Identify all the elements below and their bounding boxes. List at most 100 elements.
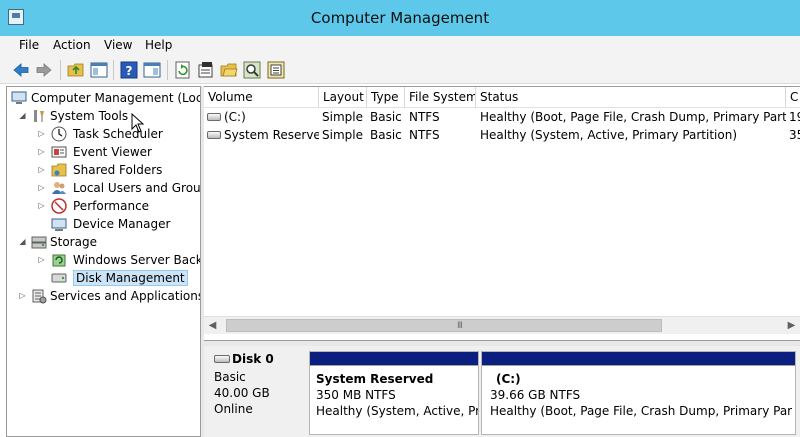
type-cell: Basic bbox=[370, 110, 402, 124]
title-bar: Computer Management bbox=[0, 0, 800, 36]
clock-icon bbox=[51, 126, 67, 142]
tree-item-storage[interactable]: ◢ Storage bbox=[7, 233, 200, 251]
disk-info[interactable]: Disk 0 Basic 40.00 GB Online bbox=[208, 350, 306, 437]
disk-graphical-view: Disk 0 Basic 40.00 GB Online System Rese… bbox=[204, 346, 800, 437]
tree-label: Disk Management bbox=[73, 270, 188, 286]
up-folder-icon[interactable] bbox=[67, 61, 85, 79]
column-header-layout[interactable]: Layout bbox=[319, 87, 367, 107]
expand-arrow-icon[interactable]: ▷ bbox=[37, 147, 46, 156]
partition-size: 39.66 GB NTFS bbox=[490, 388, 581, 402]
refresh-icon[interactable] bbox=[174, 61, 192, 79]
system-tools-icon bbox=[34, 110, 44, 122]
partition-status: Healthy (System, Active, Prim bbox=[316, 404, 478, 418]
type-cell: Basic bbox=[370, 128, 402, 142]
expand-arrow-icon[interactable]: ▷ bbox=[37, 201, 46, 210]
layout-cell: Simple bbox=[322, 128, 363, 142]
capacity-cell: 19 bbox=[789, 110, 800, 124]
menu-view[interactable]: View bbox=[104, 36, 132, 56]
partition-system-reserved[interactable]: System Reserved 350 MB NTFS Healthy (Sys… bbox=[309, 351, 479, 435]
disk-name: Disk 0 bbox=[232, 352, 274, 366]
tree-item-shared-folders[interactable]: ▷ Shared Folders bbox=[7, 161, 200, 179]
expand-arrow-icon[interactable]: ▷ bbox=[18, 291, 27, 300]
tree-label: Local Users and Groups bbox=[73, 181, 200, 195]
column-header-status[interactable]: Status bbox=[476, 87, 786, 107]
tree-label: Task Scheduler bbox=[73, 127, 163, 141]
expand-arrow-icon[interactable]: ▷ bbox=[37, 129, 46, 138]
column-header-volume[interactable]: Volume bbox=[204, 87, 319, 107]
tree-label: Device Manager bbox=[73, 217, 171, 231]
volume-list: Volume Layout Type File System Status C … bbox=[204, 86, 800, 338]
capacity-cell: 35 bbox=[789, 128, 800, 142]
search-icon[interactable] bbox=[243, 61, 261, 79]
drive-icon bbox=[207, 131, 221, 139]
collapse-arrow-icon[interactable]: ◢ bbox=[18, 111, 27, 120]
backup-icon bbox=[52, 254, 66, 267]
toolbar: ? bbox=[0, 56, 800, 84]
scroll-left-arrow-icon[interactable]: ◀ bbox=[204, 317, 221, 334]
partition-c-drive[interactable]: (C:) 39.66 GB NTFS Healthy (Boot, Page F… bbox=[481, 351, 796, 435]
disk-size: 40.00 GB bbox=[214, 386, 270, 400]
toolbar-separator bbox=[60, 60, 61, 80]
open-folder-icon[interactable] bbox=[220, 61, 238, 79]
console-tree: Computer Management (Local ◢ System Tool… bbox=[6, 86, 200, 437]
file-system-cell: NTFS bbox=[409, 110, 440, 124]
tree-item-performance[interactable]: ▷ Performance bbox=[7, 197, 200, 215]
expand-arrow-icon[interactable]: ▷ bbox=[37, 255, 46, 264]
expand-arrow-icon[interactable]: ▷ bbox=[37, 183, 46, 192]
menu-file[interactable]: File bbox=[19, 36, 39, 56]
menu-action[interactable]: Action bbox=[53, 36, 91, 56]
tree-item-task-scheduler[interactable]: ▷ Task Scheduler bbox=[7, 125, 200, 143]
tree-label: System Tools bbox=[50, 109, 129, 123]
volume-cell: System Reserved bbox=[224, 128, 319, 142]
scrollbar-grip: III bbox=[457, 321, 463, 331]
column-header-file-system[interactable]: File System bbox=[405, 87, 476, 107]
storage-icon bbox=[31, 236, 47, 249]
volume-cell: (C:) bbox=[224, 110, 246, 124]
device-manager-icon bbox=[51, 218, 67, 231]
collapse-arrow-icon[interactable]: ◢ bbox=[18, 237, 27, 246]
toolbar-separator bbox=[167, 60, 168, 80]
column-header-capacity[interactable]: C bbox=[786, 87, 800, 107]
show-hide-action-pane-icon[interactable] bbox=[143, 61, 161, 79]
scroll-right-arrow-icon[interactable]: ▶ bbox=[783, 317, 800, 334]
menu-help[interactable]: Help bbox=[145, 36, 172, 56]
show-hide-tree-icon[interactable] bbox=[90, 61, 108, 79]
tree-item-device-manager[interactable]: Device Manager bbox=[7, 215, 200, 233]
tree-label: Windows Server Backup bbox=[73, 253, 200, 267]
column-header-type[interactable]: Type bbox=[367, 87, 405, 107]
event-viewer-icon bbox=[51, 146, 67, 158]
disk-type: Basic bbox=[214, 370, 246, 384]
tree-item-services-and-applications[interactable]: ▷ Services and Applications bbox=[7, 287, 200, 305]
performance-icon bbox=[51, 198, 67, 214]
export-list-icon[interactable] bbox=[267, 61, 285, 79]
tree-label: Event Viewer bbox=[73, 145, 152, 159]
tree-item-computer-management[interactable]: Computer Management (Local bbox=[7, 89, 200, 107]
status-cell: Healthy (Boot, Page File, Crash Dump, Pr… bbox=[480, 110, 786, 124]
tree-item-system-tools[interactable]: ◢ System Tools bbox=[7, 107, 200, 125]
menu-bar: File Action View Help bbox=[0, 36, 800, 56]
partition-header-bar bbox=[310, 352, 478, 366]
users-icon bbox=[52, 182, 66, 194]
shared-folder-icon bbox=[51, 163, 67, 177]
window-title: Computer Management bbox=[310, 9, 490, 27]
back-arrow-icon[interactable] bbox=[12, 61, 30, 79]
tree-item-windows-server-backup[interactable]: ▷ Windows Server Backup bbox=[7, 251, 200, 269]
tree-label: Performance bbox=[73, 199, 150, 213]
tree-item-event-viewer[interactable]: ▷ Event Viewer bbox=[7, 143, 200, 161]
expand-arrow-icon[interactable]: ▷ bbox=[37, 165, 46, 174]
tree-item-local-users[interactable]: ▷ Local Users and Groups bbox=[7, 179, 200, 197]
tree-item-disk-management[interactable]: Disk Management bbox=[7, 269, 200, 287]
partition-status: Healthy (Boot, Page File, Crash Dump, Pr… bbox=[490, 404, 792, 418]
svg-text:?: ? bbox=[126, 64, 133, 78]
tree-label: Services and Applications bbox=[50, 289, 200, 303]
disk-state: Online bbox=[214, 402, 253, 416]
partition-name: System Reserved bbox=[316, 372, 434, 386]
file-system-cell: NTFS bbox=[409, 128, 440, 142]
computer-management-icon bbox=[11, 91, 27, 104]
scrollbar-thumb[interactable]: III bbox=[226, 319, 662, 332]
properties-icon[interactable] bbox=[197, 61, 215, 79]
forward-arrow-icon[interactable] bbox=[35, 61, 53, 79]
help-icon[interactable]: ? bbox=[120, 61, 138, 79]
services-icon bbox=[32, 289, 47, 304]
horizontal-scrollbar[interactable]: ◀ III ▶ bbox=[204, 316, 800, 334]
